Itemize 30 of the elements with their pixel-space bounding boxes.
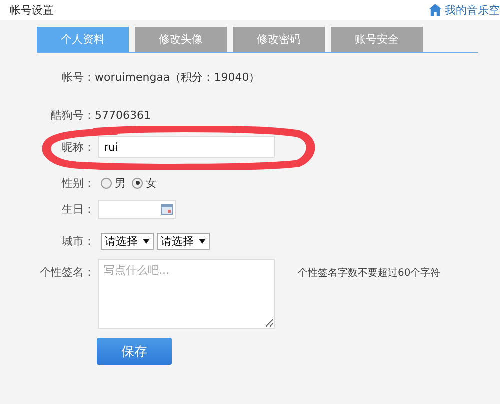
city-dropdown[interactable]: 请选择 — [157, 232, 210, 250]
field-label: 昵称： — [61, 140, 95, 154]
tab[interactable]: 账号安全 — [331, 27, 423, 52]
page-title: 帐号设置 — [10, 2, 54, 18]
home-icon — [429, 4, 442, 16]
field-label: 帐号： — [61, 70, 95, 84]
radio-button[interactable] — [101, 178, 112, 188]
calendar-icon[interactable] — [161, 204, 173, 214]
tab[interactable]: 修改头像 — [135, 27, 227, 52]
date-field[interactable] — [98, 200, 176, 218]
radio-button[interactable] — [132, 178, 143, 188]
field-label: 酷狗号： — [50, 108, 95, 122]
field-label: 性别： — [60, 176, 95, 190]
city-dropdown[interactable]: 请选择 — [101, 232, 154, 250]
option-label: 男 — [115, 176, 126, 190]
tab[interactable]: 个人资料 — [37, 27, 129, 52]
signature-field[interactable]: 写点什么吧... — [98, 259, 275, 329]
music-space-link[interactable]: 我的音乐空 — [429, 2, 500, 18]
caret-icon — [143, 238, 150, 244]
field-label: 个性签名： — [39, 265, 95, 280]
field-label: 生日： — [61, 202, 95, 216]
id-value: 57706361 — [95, 108, 151, 122]
field-label: 城市： — [61, 234, 95, 248]
hint-text: 个性签名字数不要超过60个字符 — [298, 266, 441, 280]
caret-icon — [199, 238, 206, 244]
nickname-field[interactable]: rui — [98, 136, 275, 158]
account-value: woruimengaa（积分：19040） — [95, 70, 260, 84]
option-label: 女 — [146, 176, 157, 190]
save-button[interactable]: 保存 — [97, 338, 172, 365]
tab[interactable]: 修改密码 — [233, 27, 325, 52]
